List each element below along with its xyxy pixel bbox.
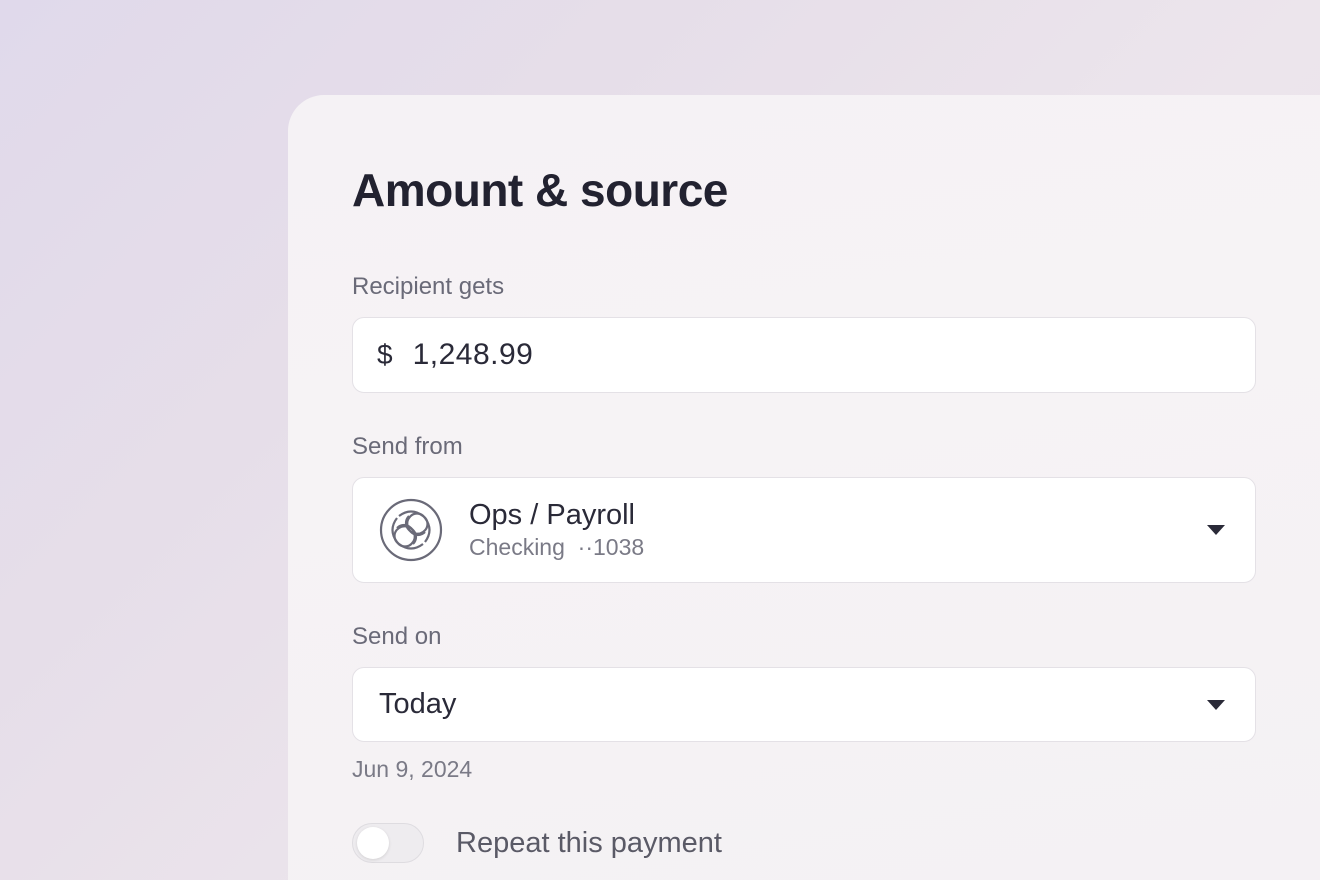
amount-input[interactable] <box>413 338 1231 372</box>
source-field-group: Send from Ops / Payroll Checking ··1038 <box>352 433 1256 583</box>
currency-prefix: $ <box>377 339 393 371</box>
account-knot-icon <box>379 498 443 562</box>
amount-input-container[interactable]: $ <box>352 317 1256 393</box>
account-info: Ops / Payroll Checking ··1038 <box>469 499 1181 561</box>
toggle-knob <box>357 827 389 859</box>
account-subtitle: Checking ··1038 <box>469 534 1181 561</box>
send-on-resolved-date: Jun 9, 2024 <box>352 756 1256 783</box>
chevron-down-icon <box>1207 700 1225 710</box>
send-on-value: Today <box>379 688 1207 721</box>
repeat-toggle-row: Repeat this payment <box>352 823 1256 863</box>
send-on-label: Send on <box>352 623 1256 651</box>
page-title: Amount & source <box>352 163 1256 217</box>
amount-label: Recipient gets <box>352 273 1256 301</box>
send-on-field-group: Send on Today Jun 9, 2024 <box>352 623 1256 783</box>
account-name: Ops / Payroll <box>469 499 1181 532</box>
repeat-toggle[interactable] <box>352 823 424 863</box>
amount-source-panel: Amount & source Recipient gets $ Send fr… <box>288 95 1320 880</box>
repeat-toggle-label: Repeat this payment <box>456 827 722 860</box>
send-on-select[interactable]: Today <box>352 667 1256 742</box>
source-account-select[interactable]: Ops / Payroll Checking ··1038 <box>352 477 1256 583</box>
source-label: Send from <box>352 433 1256 461</box>
chevron-down-icon <box>1207 525 1225 535</box>
amount-field-group: Recipient gets $ <box>352 273 1256 393</box>
